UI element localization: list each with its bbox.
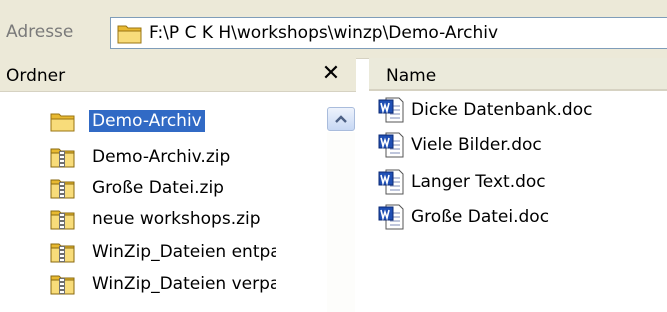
scroll-up-button[interactable] <box>327 107 355 131</box>
file-name: Dicke Datenbank.doc <box>411 100 593 120</box>
folder-pane: Ordner ✕ Demo-Archiv Demo-Archiv.zip Gro… <box>0 58 356 312</box>
tree-item-label: WinZip_Dateien entpacken <box>92 242 276 262</box>
tree-item-label: Demo-Archiv <box>89 110 205 132</box>
file-name: Große Datei.doc <box>411 207 550 227</box>
scrollbar-track[interactable] <box>327 132 355 312</box>
chevron-up-icon <box>335 115 347 123</box>
column-header-name[interactable]: Name <box>369 58 667 91</box>
zip-folder-icon <box>50 273 76 295</box>
word-doc-icon <box>378 132 404 158</box>
folder-icon <box>50 110 76 132</box>
folder-icon <box>117 22 143 44</box>
address-bar: Adresse F:\P C K H\workshops\winzp\Demo-… <box>0 0 667 59</box>
close-icon[interactable]: ✕ <box>316 59 346 89</box>
zip-folder-icon <box>50 177 76 199</box>
address-label: Adresse <box>6 22 74 42</box>
address-path[interactable]: F:\P C K H\workshops\winzp\Demo-Archiv <box>149 23 498 43</box>
file-name: Langer Text.doc <box>411 172 546 192</box>
column-header-label: Name <box>386 66 437 86</box>
zip-folder-icon <box>50 208 76 230</box>
zip-folder-icon <box>50 146 76 168</box>
tree-item-label: Demo-Archiv.zip <box>92 147 231 167</box>
file-name: Viele Bilder.doc <box>411 135 542 155</box>
word-doc-icon <box>378 97 404 123</box>
tree-item-label: WinZip_Dateien verpacken <box>92 274 276 294</box>
file-list-pane: Name Dicke Datenbank.doc Viele Bilder.do… <box>369 58 667 312</box>
tree-item-label: Große Datei.zip <box>92 178 224 198</box>
folder-tree: Demo-Archiv Demo-Archiv.zip Große Datei.… <box>0 58 276 312</box>
zip-folder-icon <box>50 241 76 263</box>
word-doc-icon <box>378 204 404 230</box>
address-input[interactable]: F:\P C K H\workshops\winzp\Demo-Archiv <box>110 17 667 49</box>
word-doc-icon <box>378 169 404 195</box>
tree-item-label: neue workshops.zip <box>92 209 261 229</box>
